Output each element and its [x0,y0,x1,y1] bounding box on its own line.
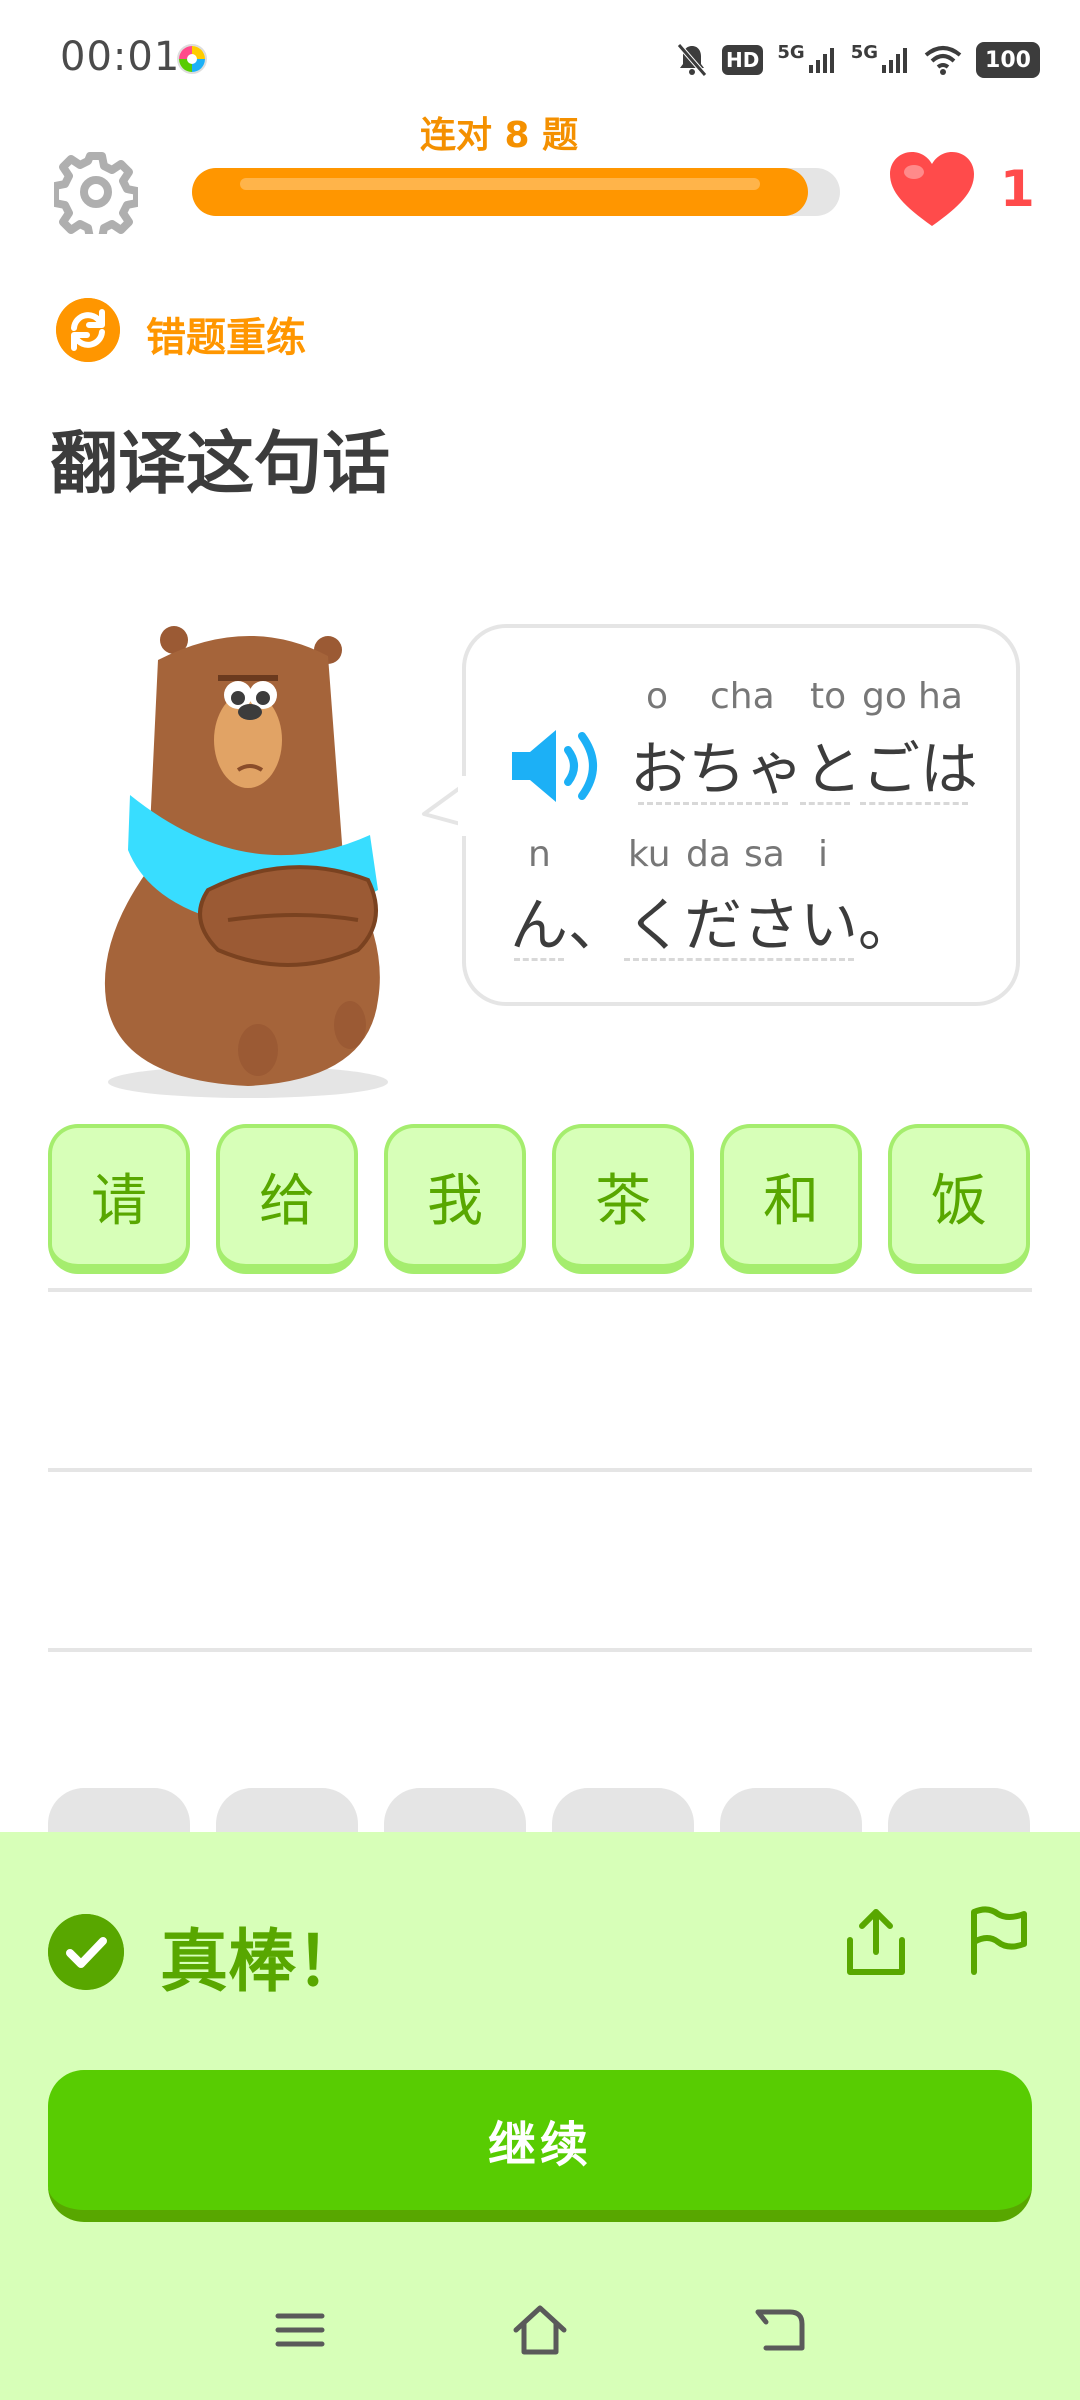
mute-icon [677,43,707,77]
furigana-ku: ku [628,834,671,875]
word-underline [638,802,788,805]
check-icon [48,1914,124,1990]
battery-level: 100 [985,47,1031,73]
hearts-count: 1 [1000,160,1035,218]
progress-fill [192,168,808,216]
furigana-o: o [646,676,669,717]
tail-cover [458,776,472,836]
furigana-ha: ha [918,676,963,717]
answer-word-chip[interactable]: 茶 [552,1124,694,1274]
bear-character-illustration [104,626,388,1098]
word-underline [800,802,850,805]
status-time: 00:01 [60,34,181,80]
answer-word-chip[interactable]: 饭 [888,1124,1030,1274]
sim2-label: 5G [850,42,878,63]
progress-highlight [240,178,760,190]
answer-word-chip[interactable]: 和 [720,1124,862,1274]
furigana-sa: sa [744,834,785,875]
speaker-icon[interactable] [508,726,606,806]
answer-word-chip[interactable]: 我 [384,1124,526,1274]
signal-2: 5G [851,42,910,78]
status-icons: HD 5G 5G 100 [676,38,1040,82]
answer-word-chip[interactable]: 请 [48,1124,190,1274]
signal-1: 5G [777,42,836,78]
home-icon[interactable] [510,2300,570,2360]
answer-line [48,1288,1032,1292]
mistake-review-label: 错题重练 [146,315,306,361]
menu-icon[interactable] [270,2300,330,2360]
signal-bars-icon [882,48,907,73]
hd-indicator: HD [722,45,764,75]
heart-icon[interactable] [888,150,976,230]
answer-line [48,1468,1032,1472]
furigana-n: n [528,834,551,875]
flag-icon[interactable] [966,1904,1030,1976]
furigana-i: i [818,834,829,875]
word-underline [624,958,854,961]
signal-bars-icon [808,48,834,73]
feedback-message: 真棒！ [160,1923,365,2002]
answer-word-chip[interactable]: 给 [216,1124,358,1274]
answer-line [48,1648,1032,1652]
refresh-icon [56,298,120,362]
app-notification-icon [177,44,207,74]
lesson-progress-bar [192,168,840,216]
continue-button[interactable]: 继续 [48,2070,1032,2222]
share-icon[interactable] [844,1906,908,1978]
wifi-icon [924,46,962,75]
prompt-text-line2[interactable]: ん、ください。 [510,878,916,962]
word-underline [860,802,968,805]
gear-icon[interactable] [54,150,138,234]
hd-label: HD [726,48,760,72]
streak-label: 连对 8 题 [420,115,579,156]
prompt-text-line1[interactable]: おちゃとごは [630,722,978,806]
furigana-to: to [810,676,847,717]
page-title: 翻译这句话 [50,425,391,504]
back-icon[interactable] [750,2300,810,2360]
word-underline [514,958,564,961]
furigana-da: da [686,834,731,875]
battery-indicator: 100 [976,42,1040,78]
furigana-cha: cha [710,676,775,717]
sim1-label: 5G [777,42,805,63]
furigana-go: go [862,676,907,717]
